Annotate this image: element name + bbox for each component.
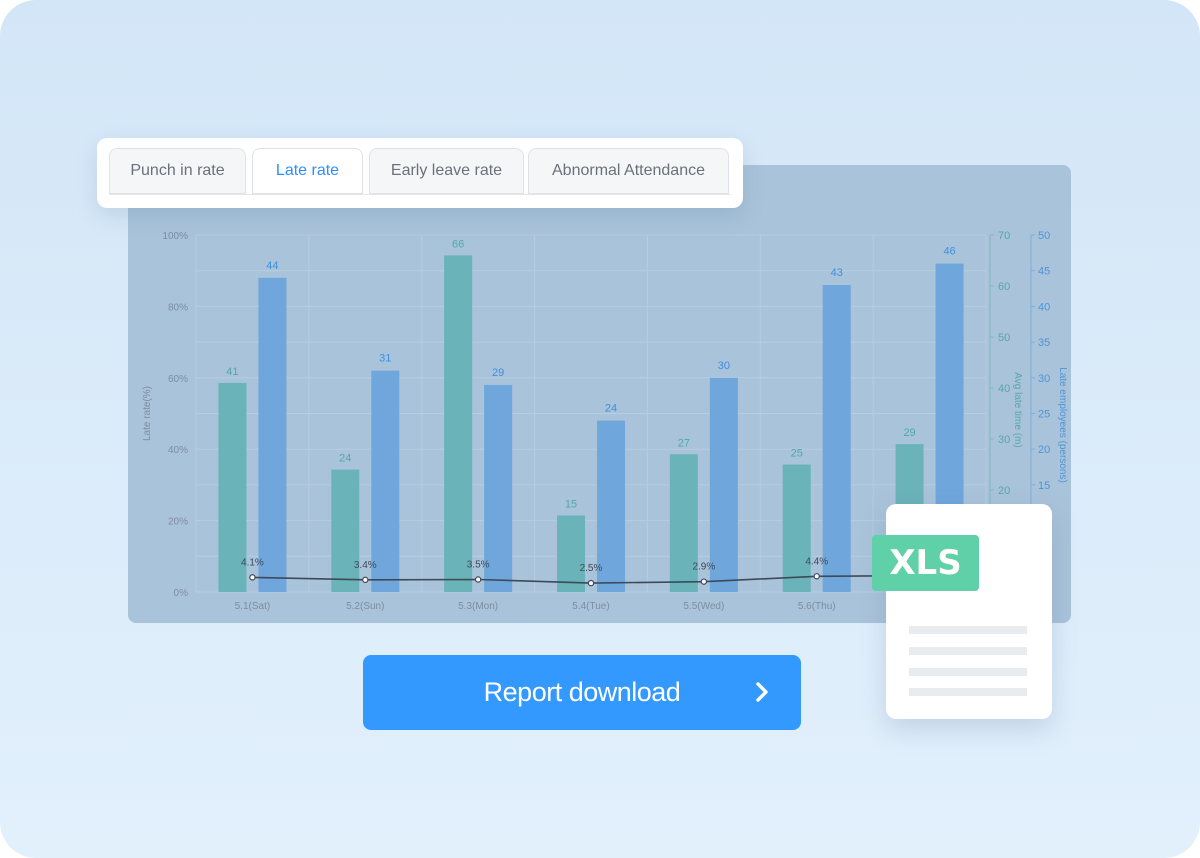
late-rate-point: [587, 579, 595, 587]
late-rate-point: [362, 576, 369, 584]
tab-abnormal-attendance[interactable]: Abnormal Attendance: [528, 148, 729, 194]
late-employees-data-label: 30: [718, 360, 730, 372]
late-rate-data-label: 4.4%: [805, 556, 828, 567]
document-line: [909, 668, 1027, 676]
y3-tick-label: 30: [1038, 373, 1050, 385]
report-download-label: Report download: [483, 677, 681, 707]
late-employees-bar: [371, 370, 400, 592]
late-employees-data-label: 24: [605, 403, 617, 415]
document-line: [909, 626, 1027, 634]
late-rate-point: [249, 574, 256, 581]
document-line: [909, 688, 1027, 696]
y-tick-label: 20%: [168, 517, 188, 528]
late-rate-point: [474, 576, 482, 583]
y3-tick-label: 25: [1038, 409, 1050, 421]
late-employees-bar: [258, 277, 287, 592]
x-tick-label: 5.5(Wed): [683, 601, 724, 612]
avg-late-time-data-label: 29: [903, 427, 915, 439]
avg-late-time-bar: [444, 255, 473, 592]
y2-tick-label: 70: [998, 230, 1010, 242]
x-tick-label: 5.6(Thu): [798, 601, 836, 612]
y-tick-label: 0%: [174, 588, 189, 599]
background-canvas: 0% 20% 40% 60% 80% 100% Late rate(%) 20 30 40 50 60…: [0, 0, 1200, 858]
y2-tick-label: 50: [998, 332, 1010, 344]
report-tabs: Punch in rate Late rate Early leave rate…: [97, 138, 743, 208]
avg-late-time-data-label: 66: [452, 238, 464, 250]
y3-tick-label: 35: [1038, 337, 1050, 349]
avg-late-time-data-label: 27: [678, 437, 690, 449]
late-employees-bar: [709, 377, 738, 592]
y-axis-label: Late rate(%): [142, 386, 153, 441]
xls-badge: XLS: [872, 535, 979, 591]
x-tick-label: 5.3(Mon): [458, 601, 498, 612]
x-tick-label: 5.4(Tue): [572, 601, 609, 612]
y-tick-label: 60%: [168, 374, 188, 385]
report-download-button[interactable]: Report download: [363, 655, 801, 730]
y2-tick-label: 60: [998, 281, 1010, 293]
y3-tick-label: 20: [1038, 444, 1050, 456]
avg-late-time-data-label: 15: [565, 499, 577, 511]
y3-tick-label: 40: [1038, 301, 1050, 313]
late-employees-data-label: 43: [831, 267, 843, 279]
y-tick-label: 40%: [168, 445, 188, 456]
y3-tick-label: 50: [1038, 230, 1050, 242]
tab-punch-in-rate[interactable]: Punch in rate: [109, 148, 246, 194]
tabs-divider: [109, 194, 731, 195]
late-rate-data-label: 2.9%: [692, 562, 715, 573]
late-employees-data-label: 29: [492, 367, 504, 379]
x-tick-label: 5.2(Sun): [346, 601, 384, 612]
y3-axis-label: Late employees (persons): [1057, 367, 1068, 483]
y3-tick-label: 15: [1038, 480, 1050, 492]
x-tick-label: 5.1(Sat): [235, 601, 271, 612]
y3-tick-label: 45: [1038, 266, 1050, 278]
late-employees-data-label: 31: [379, 353, 391, 365]
avg-late-time-data-label: 41: [226, 366, 238, 378]
tab-late-rate[interactable]: Late rate: [252, 148, 363, 194]
y2-axis-label: Avg late time (m): [1012, 372, 1023, 447]
late-employees-bar: [822, 284, 851, 592]
y2-tick-label: 20: [998, 485, 1010, 497]
avg-late-time-bar: [782, 464, 811, 592]
late-rate-point: [700, 578, 708, 585]
late-rate-data-label: 3.4%: [354, 560, 377, 571]
y2-tick-label: 30: [998, 434, 1010, 446]
tab-early-leave-rate[interactable]: Early leave rate: [369, 148, 524, 194]
avg-late-time-data-label: 24: [339, 453, 351, 465]
avg-late-time-data-label: 25: [791, 448, 803, 460]
y-tick-label: 100%: [162, 231, 188, 242]
y-tick-label: 80%: [168, 302, 188, 313]
late-rate-point: [813, 573, 820, 580]
avg-late-time-bar: [557, 515, 585, 592]
late-rate-data-label: 2.5%: [580, 563, 603, 574]
late-employees-data-label: 44: [266, 260, 278, 272]
y2-tick-label: 40: [998, 383, 1010, 395]
late-rate-data-label: 3.5%: [467, 560, 490, 571]
avg-late-time-bar: [331, 469, 360, 592]
chevron-right-icon: [756, 682, 768, 702]
late-employees-data-label: 46: [943, 246, 955, 258]
late-rate-data-label: 4.1%: [241, 557, 264, 568]
document-line: [909, 647, 1027, 655]
